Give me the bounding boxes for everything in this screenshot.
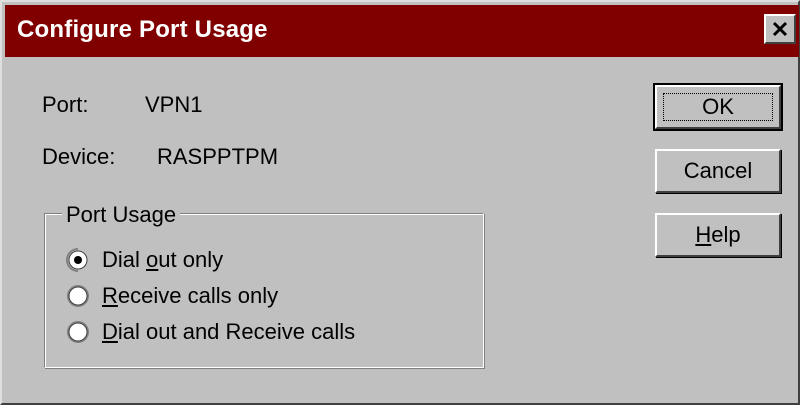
configure-port-usage-dialog: Configure Port Usage Port: VPN1 Device: … [0, 0, 800, 405]
radio-label: Dial out and Receive calls [102, 319, 356, 344]
cancel-button[interactable]: Cancel [655, 149, 781, 193]
ok-button[interactable]: OK [653, 83, 783, 131]
port-value: VPN1 [145, 92, 203, 117]
help-button-label: Help [695, 222, 741, 247]
radio-button-checked[interactable] [66, 248, 90, 272]
port-label: Port: [42, 92, 89, 117]
radio-button-unchecked[interactable] [66, 320, 90, 344]
radio-button-unchecked[interactable] [66, 284, 90, 308]
radio-label: Dial out only [102, 247, 224, 272]
title-bar[interactable]: Configure Port Usage [5, 5, 799, 57]
close-button[interactable] [764, 14, 796, 44]
dialog-title: Configure Port Usage [17, 16, 268, 43]
device-value: RASPPTPM [157, 144, 279, 169]
focus-rectangle [663, 93, 773, 121]
radio-label: Receive calls only [102, 283, 279, 308]
close-icon [772, 21, 788, 37]
device-label: Device: [42, 144, 116, 169]
cancel-button-label: Cancel [683, 158, 753, 183]
help-button[interactable]: Help [655, 213, 781, 257]
port-usage-legend: Port Usage [62, 202, 181, 228]
